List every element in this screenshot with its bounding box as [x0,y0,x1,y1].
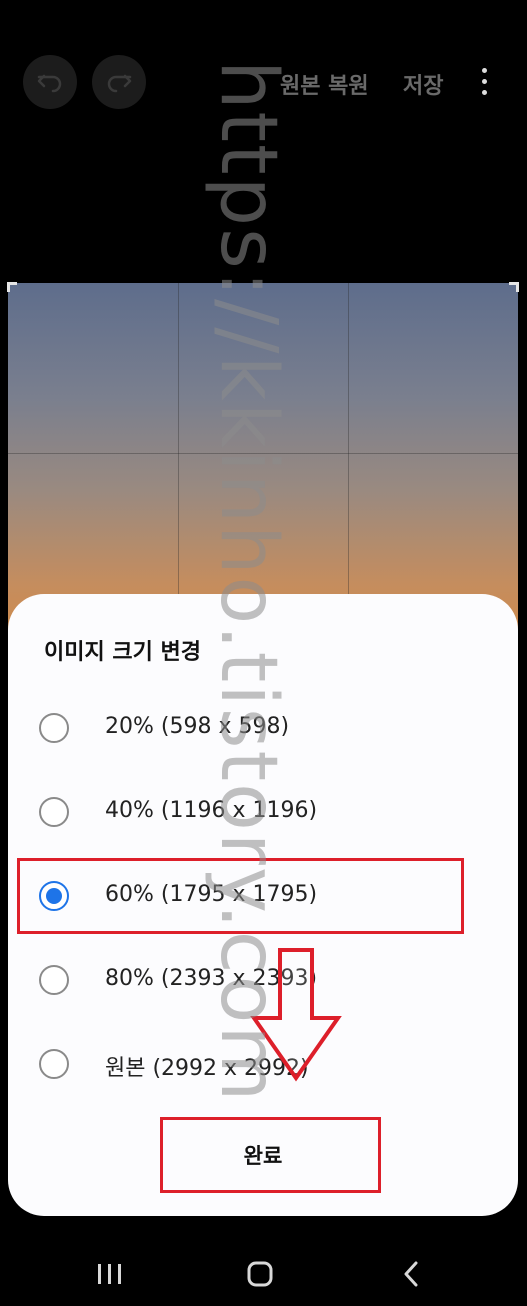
crop-handle[interactable] [7,282,17,292]
highlight-box [160,1117,381,1193]
highlight-box [17,858,464,934]
recent-apps-icon[interactable] [90,1258,130,1290]
radio-button[interactable] [39,713,69,743]
dialog-title: 이미지 크기 변경 [44,640,201,665]
home-icon[interactable] [240,1258,280,1290]
undo-icon [37,74,62,93]
back-icon[interactable] [392,1258,432,1290]
redo-icon [107,74,132,93]
more-options-icon[interactable] [474,64,494,100]
radio-button[interactable] [39,797,69,827]
size-option-40[interactable]: 40% (1196 x 1196) [8,776,518,848]
radio-button[interactable] [39,1049,69,1079]
option-label: 20% (598 x 598) [105,714,290,739]
restore-original-button[interactable]: 원본 복원 [280,68,369,100]
radio-button[interactable] [39,965,69,995]
option-label: 40% (1196 x 1196) [105,798,318,823]
redo-button[interactable] [92,55,146,109]
down-arrow-icon [250,948,342,1082]
crop-handle[interactable] [509,282,519,292]
crop-grid-line [8,453,518,454]
undo-button[interactable] [23,55,77,109]
save-button[interactable]: 저장 [403,68,443,100]
top-toolbar: 원본 복원 저장 [0,0,527,170]
system-navigation-bar [0,1240,527,1306]
size-option-20[interactable]: 20% (598 x 598) [8,692,518,764]
